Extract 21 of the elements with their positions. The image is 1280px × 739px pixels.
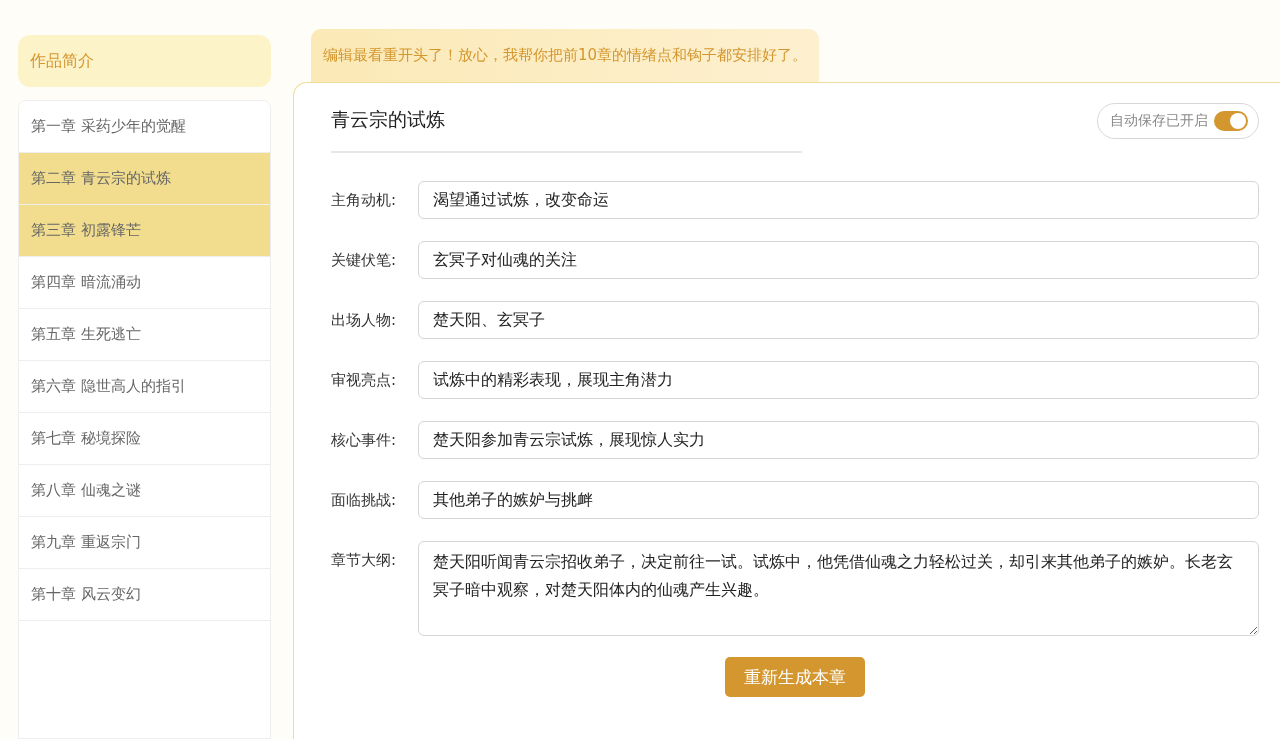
chapter-title: 青云宗的试炼 (331, 103, 802, 153)
autosave-label: 自动保存已开启 (1110, 112, 1208, 130)
field-label: 核心事件: (331, 430, 398, 451)
input-field[interactable]: 楚天阳、玄冥子 (418, 301, 1259, 339)
field-label: 审视亮点: (331, 370, 398, 391)
input-field[interactable]: 其他弟子的嫉妒与挑衅 (418, 481, 1259, 519)
hint-banner: 编辑最看重开头了！放心，我帮你把前10章的情绪点和钩子都安排好了。 (311, 29, 820, 82)
chapter-item[interactable]: 第三章 初露锋芒 (19, 205, 270, 257)
input-field[interactable]: 玄冥子对仙魂的关注 (418, 241, 1259, 279)
outline-field[interactable]: 楚天阳听闻青云宗招收弟子，决定前往一试。试炼中，他凭借仙魂之力轻松过关，却引来其他弟子的嫉妒。长老玄冥子暗中观察，对楚天阳体内的仙魂产生兴趣。 (418, 541, 1259, 636)
input-field[interactable]: 试炼中的精彩表现，展现主角潜力 (418, 361, 1259, 399)
field-label: 章节大纲: (331, 550, 398, 571)
toggle-switch[interactable] (1214, 111, 1248, 131)
chapter-item[interactable]: 第二章 青云宗的试炼 (19, 153, 270, 205)
field-label: 关键伏笔: (331, 250, 398, 271)
field-label: 面临挑战: (331, 490, 398, 511)
input-field[interactable]: 渴望通过试炼，改变命运 (418, 181, 1259, 219)
field-label: 主角动机: (331, 190, 398, 211)
chapter-item[interactable]: 第一章 采药少年的觉醒 (19, 101, 270, 153)
field-label: 出场人物: (331, 310, 398, 331)
input-field[interactable]: 楚天阳参加青云宗试炼，展现惊人实力 (418, 421, 1259, 459)
